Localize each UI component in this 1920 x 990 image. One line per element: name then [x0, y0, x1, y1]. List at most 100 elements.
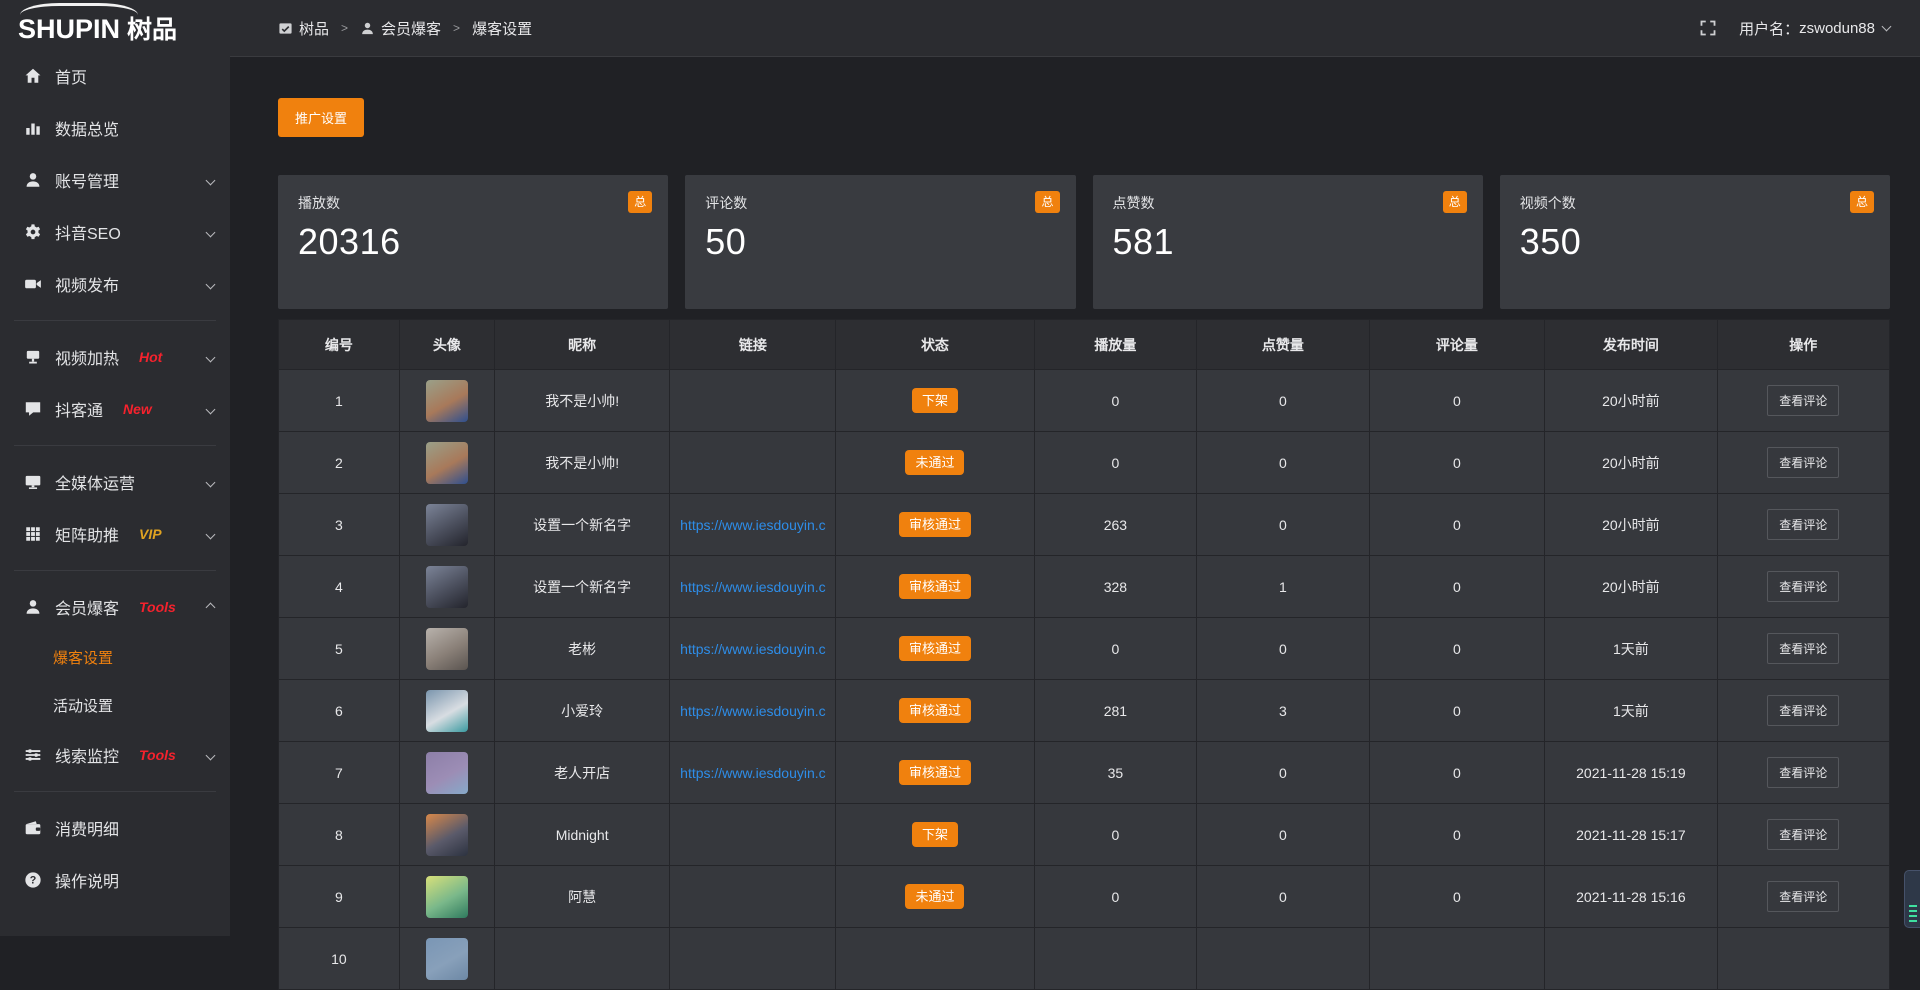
sidebar-menu: 首页 数据总览 账号管理 抖音SEO 视频发布 视频加热 Hot 抖客通 New [0, 50, 230, 906]
sidebar-item-label: 操作说明 [55, 868, 119, 892]
video-link[interactable]: https://www.iesdouyin.c [680, 579, 826, 595]
view-comments-button[interactable]: 查看评论 [1767, 385, 1839, 416]
sidebar-subitem-label: 爆客设置 [53, 647, 113, 668]
table-row: 8 Midnight 下架 0 0 0 2021-11-28 15:17 查看评… [279, 804, 1890, 866]
view-comments-button[interactable]: 查看评论 [1767, 695, 1839, 726]
comment-icon [24, 400, 42, 418]
status-badge: 审核通过 [899, 574, 971, 599]
chevron-icon [207, 223, 214, 241]
status-badge: 审核通过 [899, 698, 971, 723]
comments-count: 0 [1369, 742, 1545, 804]
sidebar-item[interactable]: 消费明细 [0, 802, 230, 854]
avatar [426, 442, 468, 484]
topbar: 树品 > 会员爆客 > 爆客设置 用户名： zswodun88 [230, 0, 1920, 57]
avatar [426, 504, 468, 546]
nickname: 我不是小帅! [494, 370, 670, 432]
sidebar-item[interactable]: 抖音SEO [0, 206, 230, 258]
view-comments-button[interactable]: 查看评论 [1767, 633, 1839, 664]
sidebar-subitem-label: 活动设置 [53, 695, 113, 716]
avatar [426, 938, 468, 980]
fullscreen-icon[interactable] [1699, 19, 1717, 37]
chevron-icon [207, 746, 214, 764]
view-comments-button[interactable]: 查看评论 [1767, 881, 1839, 912]
view-comments-button[interactable]: 查看评论 [1767, 447, 1839, 478]
nickname: 设置一个新名字 [494, 494, 670, 556]
stat-card-plays: 播放数 总 20316 [278, 175, 668, 309]
publish-time: 20小时前 [1545, 494, 1717, 556]
avatar [426, 876, 468, 918]
promotion-settings-button[interactable]: 推广设置 [278, 98, 364, 137]
sidebar-item[interactable]: ? 操作说明 [0, 854, 230, 906]
sidebar-item[interactable]: 视频发布 [0, 258, 230, 310]
stat-label: 视频个数 [1520, 193, 1870, 213]
comments-count: 0 [1369, 370, 1545, 432]
breadcrumb-separator: > [341, 21, 348, 35]
publish-time: 1天前 [1545, 618, 1717, 680]
video-link[interactable]: https://www.iesdouyin.c [680, 703, 826, 719]
breadcrumb-item-section[interactable]: 会员爆客 [360, 18, 441, 39]
sidebar-item[interactable]: 数据总览 [0, 102, 230, 154]
avatar [426, 690, 468, 732]
sidebar-item[interactable]: 视频加热 Hot [0, 331, 230, 383]
column-header: 昵称 [494, 320, 670, 370]
sidebar-item[interactable]: 矩阵助推 VIP [0, 508, 230, 560]
sidebar-divider [14, 445, 216, 446]
sidebar-item[interactable]: 抖客通 New [0, 383, 230, 435]
column-header: 状态 [836, 320, 1034, 370]
plays-count: 328 [1034, 556, 1197, 618]
sidebar-item-label: 视频发布 [55, 272, 119, 296]
publish-time: 20小时前 [1545, 556, 1717, 618]
sidebar-item[interactable]: 会员爆客 Tools [0, 581, 230, 633]
stat-label: 播放数 [298, 193, 648, 213]
user-menu[interactable]: 用户名： zswodun88 [1739, 18, 1890, 39]
logo-arc-icon [20, 3, 138, 15]
sidebar-item[interactable]: 首页 [0, 50, 230, 102]
plays-count [1034, 928, 1197, 990]
sidebar-subitem[interactable]: 活动设置 [0, 681, 230, 729]
sidebar-divider [14, 320, 216, 321]
video-link[interactable]: https://www.iesdouyin.c [680, 517, 826, 533]
stat-card-comments: 评论数 总 50 [685, 175, 1075, 309]
status-badge: 未通过 [905, 450, 964, 475]
question-icon: ? [24, 871, 42, 889]
nickname: Midnight [494, 804, 670, 866]
publish-time: 20小时前 [1545, 370, 1717, 432]
sidebar-item-label: 账号管理 [55, 168, 119, 192]
sidebar-item-label: 视频加热 [55, 345, 119, 369]
sidebar-subitem[interactable]: 爆客设置 [0, 633, 230, 681]
video-link[interactable]: https://www.iesdouyin.c [680, 641, 826, 657]
table-row: 2 我不是小帅! 未通过 0 0 0 20小时前 查看评论 [279, 432, 1890, 494]
publish-time: 2021-11-28 15:17 [1545, 804, 1717, 866]
comments-count: 0 [1369, 618, 1545, 680]
table-header-row: 编号头像昵称链接状态播放量点赞量评论量发布时间操作 [279, 320, 1890, 370]
sidebar-item[interactable]: 账号管理 [0, 154, 230, 206]
row-id: 3 [279, 494, 400, 556]
view-comments-button[interactable]: 查看评论 [1767, 819, 1839, 850]
publish-time [1545, 928, 1717, 990]
app-logo[interactable]: SHUPIN 树品 [0, 0, 230, 50]
publish-time: 20小时前 [1545, 432, 1717, 494]
breadcrumb-item-home[interactable]: 树品 [278, 18, 329, 39]
sidebar-item-label: 全媒体运营 [55, 470, 135, 494]
view-comments-button[interactable]: 查看评论 [1767, 571, 1839, 602]
likes-count: 0 [1197, 742, 1369, 804]
view-comments-button[interactable]: 查看评论 [1767, 757, 1839, 788]
view-comments-button[interactable]: 查看评论 [1767, 509, 1839, 540]
status-badge: 审核通过 [899, 512, 971, 537]
floating-widget[interactable] [1904, 870, 1920, 928]
row-id: 5 [279, 618, 400, 680]
sidebar-item-label: 抖客通 [55, 397, 103, 421]
sidebar-item[interactable]: 全媒体运营 [0, 456, 230, 508]
table-row: 3 设置一个新名字 https://www.iesdouyin.c 审核通过 2… [279, 494, 1890, 556]
plays-count: 263 [1034, 494, 1197, 556]
status-badge: 下架 [912, 388, 958, 413]
total-badge: 总 [1443, 191, 1467, 213]
likes-count: 3 [1197, 680, 1369, 742]
nickname [494, 928, 670, 990]
column-header: 播放量 [1034, 320, 1197, 370]
breadcrumb-separator: > [453, 21, 460, 35]
chevron-down-icon [1882, 21, 1892, 31]
sidebar-item-label: 首页 [55, 64, 87, 88]
sidebar-item[interactable]: 线索监控 Tools [0, 729, 230, 781]
video-link[interactable]: https://www.iesdouyin.c [680, 765, 826, 781]
